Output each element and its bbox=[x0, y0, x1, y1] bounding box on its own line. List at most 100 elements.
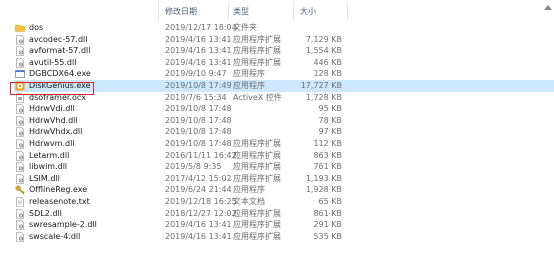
file-size: 112 KB bbox=[313, 138, 342, 148]
file-name: releasenote.txt bbox=[29, 196, 90, 206]
dll-icon bbox=[15, 162, 25, 172]
file-date: 2018/12/27 12:02 bbox=[165, 208, 237, 218]
column-separator[interactable] bbox=[228, 2, 229, 20]
file-name: Hdrwvm.dll bbox=[29, 138, 75, 148]
file-row[interactable]: releasenote.txt 2019/12/18 16:25 文本文档 65 KB bbox=[0, 196, 554, 208]
file-name: OfflineReg.exe bbox=[29, 185, 88, 195]
file-type: 应用程序扩展 bbox=[233, 150, 281, 160]
file-type: 应用程序扩展 bbox=[233, 46, 281, 56]
file-date: 2019/10/8 17:48 bbox=[165, 138, 232, 148]
dll-icon bbox=[15, 46, 25, 56]
file-size: 446 KB bbox=[313, 57, 342, 67]
column-header-size[interactable]: 大小 bbox=[300, 6, 316, 17]
file-row[interactable]: HdrwVhd.dll 2019/10/8 17:48 78 KB bbox=[0, 115, 554, 127]
file-name: SDL2.dll bbox=[29, 208, 62, 218]
column-header-date[interactable]: 修改日期 bbox=[165, 6, 197, 17]
dll-icon bbox=[15, 104, 25, 114]
file-size: 1,554 KB bbox=[305, 46, 342, 56]
file-date: 2019/4/16 13:41 bbox=[165, 46, 232, 56]
file-name: dsoframer.ocx bbox=[29, 92, 86, 102]
folder-icon bbox=[15, 23, 25, 33]
file-size: 291 KB bbox=[313, 220, 342, 230]
file-row[interactable]: libwim.dll 2019/5/8 9:35 应用程序扩展 761 KB bbox=[0, 161, 554, 173]
file-size: 1,928 KB bbox=[305, 185, 342, 195]
file-row[interactable]: SDL2.dll 2018/12/27 12:02 应用程序扩展 861 KB bbox=[0, 208, 554, 220]
file-date: 2019/4/16 13:41 bbox=[165, 231, 232, 241]
file-row[interactable]: Hdrwvm.dll 2019/10/8 17:48 应用程序扩展 112 KB bbox=[0, 138, 554, 150]
column-header: 修改日期 类型 大小 bbox=[0, 0, 554, 22]
file-size: 7,129 KB bbox=[305, 34, 342, 44]
file-type: 应用程序扩展 bbox=[233, 231, 281, 241]
file-row[interactable]: swscale-4.dll 2019/4/16 13:41 应用程序扩展 535 KB bbox=[0, 231, 554, 243]
scroll-up-arrow-icon[interactable] bbox=[544, 5, 552, 10]
ocx-icon bbox=[15, 92, 25, 103]
file-name: avformat-57.dll bbox=[29, 46, 91, 56]
file-size: 761 KB bbox=[313, 162, 342, 172]
file-date: 2019/4/16 13:41 bbox=[165, 34, 232, 44]
file-type: 应用程序扩展 bbox=[233, 173, 281, 183]
file-type: 应用程序扩展 bbox=[233, 57, 281, 67]
file-type: 应用程序扩展 bbox=[233, 34, 281, 44]
file-size: 535 KB bbox=[313, 231, 342, 241]
file-date: 2019/4/16 13:41 bbox=[165, 220, 232, 230]
dll-icon bbox=[15, 150, 25, 161]
column-separator[interactable] bbox=[158, 2, 159, 20]
file-row[interactable]: OfflineReg.exe 2019/6/24 21:44 应用程序 1,928 K… bbox=[0, 184, 554, 196]
file-row[interactable]: DiskGenius.exe 2019/10/8 17:49 应用程序 17,727 … bbox=[0, 79, 554, 92]
file-date: 2019/10/8 17:48 bbox=[165, 104, 232, 114]
file-type: 应用程序扩展 bbox=[233, 162, 281, 172]
file-name: libwim.dll bbox=[29, 162, 68, 172]
file-name: dos bbox=[29, 23, 44, 32]
file-row[interactable]: avcodec-57.dll 2019/4/16 13:41 应用程序扩展 7,129… bbox=[0, 34, 554, 46]
file-name: HdrwVdi.dll bbox=[29, 104, 75, 114]
file-type: 文件夹 bbox=[233, 23, 257, 32]
column-header-type[interactable]: 类型 bbox=[233, 6, 249, 17]
file-name: Letarm.dll bbox=[29, 150, 70, 160]
file-date: 2019/6/24 21:44 bbox=[165, 185, 232, 195]
file-date: 2017/4/12 15:02 bbox=[165, 173, 232, 183]
file-row[interactable]: DGBCDX64.exe 2019/9/10 9:47 应用程序 128 KB bbox=[0, 68, 554, 80]
dll-icon bbox=[15, 173, 25, 184]
file-size: 78 KB bbox=[318, 115, 342, 125]
file-row[interactable]: dsoframer.ocx 2019/7/6 15:34 ActiveX 控件 1,7… bbox=[0, 92, 554, 104]
dll-icon bbox=[15, 57, 25, 68]
selection-highlight bbox=[14, 79, 554, 92]
file-name: DGBCDX64.exe bbox=[29, 69, 91, 79]
file-row[interactable]: dos 2019/12/17 18:04 文件夹 bbox=[0, 22, 554, 34]
file-date: 2019/10/8 17:49 bbox=[165, 80, 232, 90]
dll-icon bbox=[15, 139, 25, 149]
file-date: 2019/4/16 13:41 bbox=[165, 57, 232, 67]
column-separator[interactable] bbox=[293, 2, 294, 20]
file-name: avutil-55.dll bbox=[29, 57, 77, 67]
file-type: ActiveX 控件 bbox=[233, 92, 282, 102]
dll-icon bbox=[15, 220, 25, 230]
column-separator[interactable] bbox=[347, 2, 348, 20]
file-date: 2019/12/17 18:04 bbox=[165, 23, 237, 32]
file-name: swresample-2.dll bbox=[29, 220, 97, 230]
file-row[interactable]: LSIM.dll 2017/4/12 15:02 应用程序扩展 1,193 KB bbox=[0, 173, 554, 185]
file-size: 861 KB bbox=[313, 208, 342, 218]
diskgenius-icon bbox=[15, 81, 25, 91]
file-name: HdrwVhd.dll bbox=[29, 115, 78, 125]
file-row[interactable]: avutil-55.dll 2019/4/16 13:41 应用程序扩展 446 KB bbox=[0, 57, 554, 69]
file-size: 17,727 KB bbox=[300, 80, 342, 90]
file-row[interactable]: HdrwVdi.dll 2019/10/8 17:48 95 KB bbox=[0, 103, 554, 115]
file-date: 2019/9/10 9:47 bbox=[165, 69, 227, 79]
file-date: 2016/11/11 16:42 bbox=[165, 150, 237, 160]
file-name: DiskGenius.exe bbox=[29, 80, 91, 90]
file-row[interactable]: HdrwVhdx.dll 2019/10/8 17:48 97 KB bbox=[0, 126, 554, 138]
file-row[interactable]: swresample-2.dll 2019/4/16 13:41 应用程序扩展 291… bbox=[0, 219, 554, 231]
file-name: avcodec-57.dll bbox=[29, 34, 88, 44]
file-list: dos 2019/12/17 18:04 文件夹 avcodec-57.dll 2019… bbox=[0, 22, 554, 242]
file-row[interactable]: avformat-57.dll 2019/4/16 13:41 应用程序扩展 1,55… bbox=[0, 45, 554, 57]
dll-icon bbox=[15, 231, 25, 242]
file-size: 1,193 KB bbox=[305, 173, 342, 183]
file-size: 128 KB bbox=[313, 69, 342, 79]
file-name: HdrwVhdx.dll bbox=[29, 127, 83, 137]
file-date: 2019/7/6 15:34 bbox=[165, 92, 227, 102]
txt-icon bbox=[15, 197, 25, 207]
file-size: 863 KB bbox=[313, 150, 342, 160]
file-row[interactable]: Letarm.dll 2016/11/11 16:42 应用程序扩展 863 KB bbox=[0, 150, 554, 162]
file-size: 65 KB bbox=[318, 196, 342, 206]
dll-icon bbox=[15, 208, 25, 219]
